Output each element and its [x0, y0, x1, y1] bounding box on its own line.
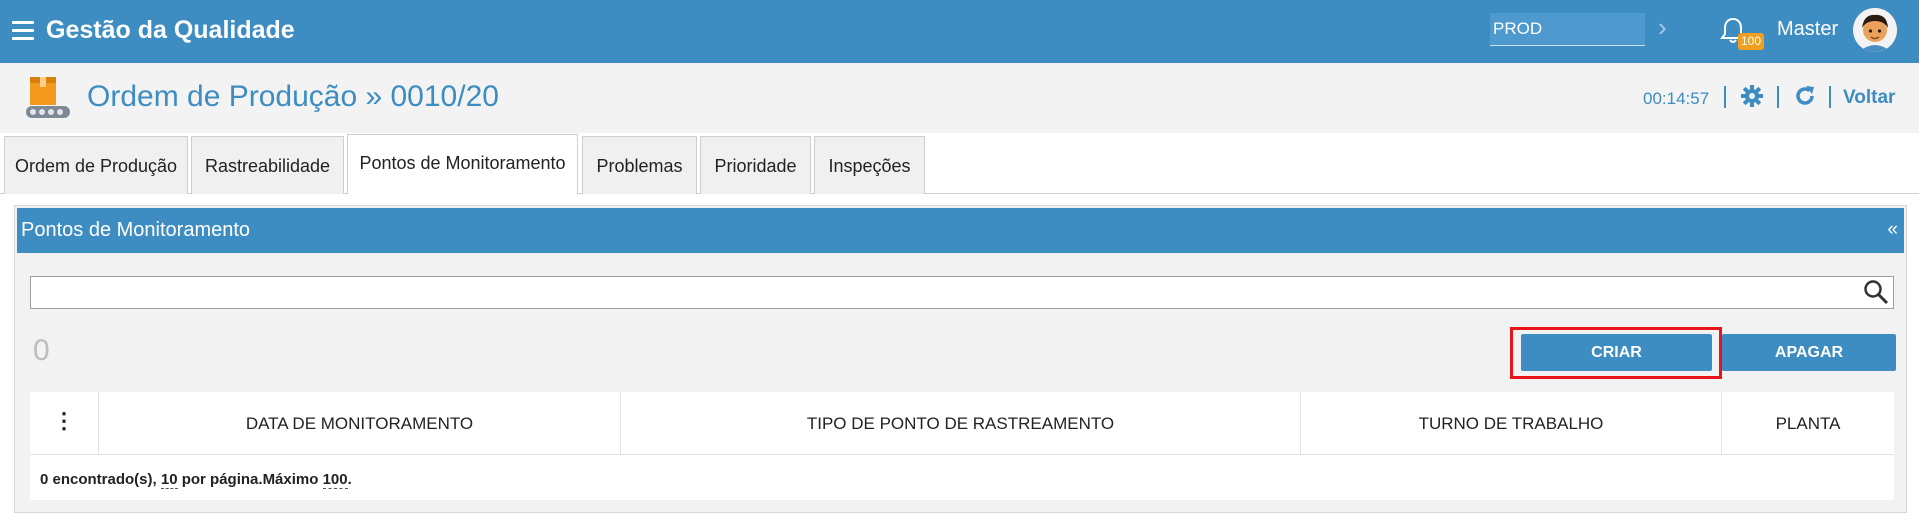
tab-problemas[interactable]: Problemas	[582, 136, 697, 194]
pagination-footer: 0 encontrado(s), 10 por página.Máximo 10…	[40, 471, 352, 489]
chevron-right-icon[interactable]: ›	[1658, 14, 1678, 40]
column-menu-icon[interactable]: ⋮	[30, 392, 98, 455]
column-header-data[interactable]: DATA DE MONITORAMENTO	[98, 392, 620, 455]
tab-inspecoes[interactable]: Inspeções	[814, 136, 925, 194]
record-count: 0	[33, 334, 50, 367]
page-title: Ordem de Produção » 0010/20	[87, 80, 499, 113]
divider	[1724, 86, 1726, 108]
found-count: 0 encontrado(s),	[40, 471, 161, 488]
tab-pontos-de-monitoramento[interactable]: Pontos de Monitoramento	[347, 134, 578, 195]
per-page-selector[interactable]: 10	[160, 471, 178, 489]
max-selector[interactable]: 100	[322, 471, 348, 489]
notification-badge: 100	[1738, 33, 1764, 50]
tab-rastreabilidade[interactable]: Rastreabilidade	[191, 136, 344, 194]
monitoring-table: ⋮ DATA DE MONITORAMENTO TIPO DE PONTO DE…	[30, 392, 1894, 500]
divider	[1829, 86, 1831, 108]
collapse-button[interactable]: «	[1887, 219, 1898, 241]
refresh-icon[interactable]	[1793, 84, 1817, 108]
search-input[interactable]	[30, 276, 1894, 309]
environment-field[interactable]: PROD	[1490, 13, 1645, 46]
session-timer: 00:14:57	[1643, 89, 1710, 108]
top-bar: Gestão da Qualidade PROD › 100 Master	[0, 0, 1919, 63]
divider	[1777, 86, 1779, 108]
monitoring-panel: Pontos de Monitoramento « 0 CRIAR APAGAR…	[14, 205, 1907, 513]
column-header-turno[interactable]: TURNO DE TRABALHO	[1300, 392, 1721, 455]
conveyor-box-icon	[22, 73, 74, 125]
back-link[interactable]: Voltar	[1843, 87, 1895, 109]
app-title: Gestão da Qualidade	[46, 16, 295, 44]
delete-button[interactable]: APAGAR	[1722, 334, 1896, 371]
table-header: ⋮ DATA DE MONITORAMENTO TIPO DE PONTO DE…	[30, 392, 1894, 455]
max-label: Máximo	[262, 471, 323, 488]
search-icon[interactable]	[1863, 279, 1889, 305]
avatar[interactable]	[1853, 8, 1897, 52]
footer-end: .	[347, 471, 352, 488]
tab-ordem-de-producao[interactable]: Ordem de Produção	[4, 136, 188, 194]
create-button[interactable]: CRIAR	[1521, 334, 1712, 371]
panel-header: Pontos de Monitoramento «	[17, 208, 1904, 253]
column-header-tipo[interactable]: TIPO DE PONTO DE RASTREAMENTO	[620, 392, 1300, 455]
hamburger-menu-icon[interactable]	[12, 21, 34, 41]
user-name[interactable]: Master	[1777, 18, 1838, 41]
column-header-planta[interactable]: PLANTA	[1721, 392, 1894, 455]
gear-icon[interactable]	[1740, 84, 1764, 108]
panel-title: Pontos de Monitoramento	[21, 219, 251, 241]
page-header: Ordem de Produção » 0010/20 00:14:57 Vol…	[0, 63, 1919, 133]
tab-prioridade[interactable]: Prioridade	[700, 136, 811, 194]
per-page-label: por página.	[177, 471, 263, 488]
tab-bar: Ordem de Produção Rastreabilidade Pontos…	[0, 133, 1919, 195]
